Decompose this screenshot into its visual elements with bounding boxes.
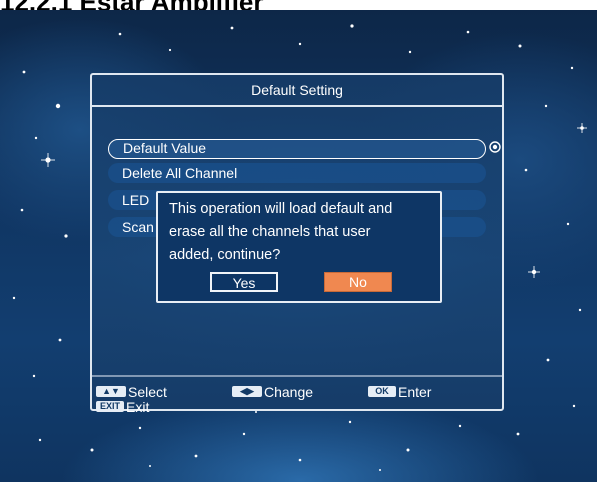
ok-key-icon: OK bbox=[368, 386, 396, 397]
up-down-key-icon: ▲▼ bbox=[96, 386, 126, 397]
yes-button[interactable]: Yes bbox=[210, 272, 278, 292]
exit-hint-label: Exit bbox=[126, 399, 150, 415]
left-right-key-icon: ◀▶ bbox=[232, 386, 262, 397]
change-hint: ◀▶ Change bbox=[232, 384, 313, 400]
dialog-message-line-2: erase all the channels that user bbox=[169, 224, 371, 240]
menu-item-default-value[interactable]: Default Value bbox=[108, 139, 486, 159]
tv-screen: Default Setting Default Value Delete All… bbox=[0, 10, 597, 482]
menu-item-delete-all-channel[interactable]: Delete All Channel bbox=[108, 163, 486, 183]
confirm-dialog: This operation will load default and era… bbox=[156, 191, 442, 303]
dialog-message-line-3: added, continue? bbox=[169, 247, 281, 263]
enter-hint-label: Enter bbox=[398, 384, 432, 400]
window-title: Default Setting bbox=[251, 82, 343, 98]
select-hint: ▲▼ Select bbox=[96, 384, 167, 400]
title-divider bbox=[92, 105, 502, 107]
select-hint-label: Select bbox=[128, 384, 167, 400]
dialog-message-line-1: This operation will load default and bbox=[169, 201, 393, 217]
change-hint-label: Change bbox=[264, 384, 314, 400]
footer-divider bbox=[92, 375, 502, 377]
selected-radio-icon bbox=[489, 141, 501, 153]
no-button[interactable]: No bbox=[324, 272, 392, 292]
exit-key-icon: EXIT bbox=[96, 401, 124, 412]
enter-hint: OK Enter bbox=[368, 384, 431, 400]
exit-hint: EXIT Exit bbox=[96, 399, 149, 415]
